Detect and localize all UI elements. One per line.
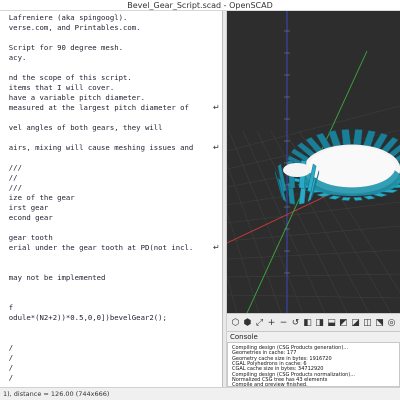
view-front-icon[interactable]: ◪ xyxy=(350,317,361,329)
grid-line xyxy=(227,225,400,242)
code-line: ize of the gear xyxy=(0,193,75,202)
grid-line xyxy=(227,211,260,313)
code-line: / xyxy=(0,373,14,382)
code-line: erial under the gear tooth at PD(not inc… xyxy=(0,243,194,252)
code-line: Script for 90 degree mesh. xyxy=(0,43,124,52)
code-line: may not be implemented xyxy=(0,273,106,282)
zoom-in-icon[interactable]: + xyxy=(266,317,277,329)
view-left-icon[interactable]: ◩ xyxy=(338,317,349,329)
large-gear-tooth xyxy=(352,196,363,201)
line-wrap-icon: ↵ xyxy=(213,243,220,252)
code-line: // xyxy=(0,173,18,182)
code-line: /// xyxy=(0,163,22,172)
code-line: / xyxy=(0,363,14,372)
code-line: Lafreniere (aka spingoogl). xyxy=(0,13,128,22)
zoom-all-icon[interactable]: ⤢ xyxy=(254,317,265,329)
large-gear-tooth xyxy=(341,196,352,201)
grid-line xyxy=(227,294,400,299)
large-gear-face xyxy=(308,146,396,188)
code-line: items that I will cover. xyxy=(0,83,115,92)
large-gear-tooth xyxy=(341,129,351,146)
view-top-icon[interactable]: ◨ xyxy=(314,317,325,329)
code-line: vel angles of both gears, they will xyxy=(0,123,163,132)
code-line: verse.com, and Printables.com. xyxy=(0,23,141,32)
preview-cube-icon[interactable]: ⬡ xyxy=(230,317,241,329)
code-line: acy. xyxy=(0,53,27,62)
code-line: f xyxy=(0,303,14,312)
view-back-icon[interactable]: ◫ xyxy=(362,317,373,329)
grid-line xyxy=(227,201,400,224)
3d-viewport[interactable] xyxy=(227,11,400,313)
view-right-icon[interactable]: ◧ xyxy=(302,317,313,329)
window-title: Bevel_Gear_Script.scad - OpenSCAD xyxy=(127,1,273,10)
line-wrap-icon: ↵ xyxy=(213,143,220,152)
console-output[interactable]: Compiling design (CSG Products generatio… xyxy=(227,342,400,387)
large-gear-tooth xyxy=(353,129,363,146)
gear-preview-canvas[interactable] xyxy=(227,11,400,313)
render-cube-icon[interactable]: ⬢ xyxy=(242,317,253,329)
code-line: measured at the largest pitch diameter o… xyxy=(0,103,189,112)
status-bar: 1), distance = 126.00 (744x666) xyxy=(0,387,400,400)
large-gear-tooth xyxy=(327,195,342,200)
code-line: gear tooth xyxy=(0,233,53,242)
code-line: / xyxy=(0,353,14,362)
reset-view-icon[interactable]: ↺ xyxy=(290,317,301,329)
status-text: 1), distance = 126.00 (744x666) xyxy=(3,390,110,398)
code-line: odule*(N2+2))*0.5,0,0])bevelGear2(); xyxy=(0,313,167,322)
console-header: Console xyxy=(227,332,400,342)
code-line: /// xyxy=(0,183,22,192)
code-line: have a variable pitch diameter. xyxy=(0,93,145,102)
code-line: / xyxy=(0,343,14,352)
view-diagonal-icon[interactable]: ⬔ xyxy=(374,317,385,329)
code-line: econd gear xyxy=(0,213,53,222)
code-line: irst gear xyxy=(0,203,49,212)
view-bottom-icon[interactable]: ⬓ xyxy=(326,317,337,329)
window-titlebar: Bevel_Gear_Script.scad - OpenSCAD xyxy=(0,0,400,11)
pinion-gear-top-face xyxy=(283,163,311,177)
large-gear-tooth xyxy=(362,195,377,200)
code-line: airs, mixing will cause meshing issues a… xyxy=(0,143,194,152)
view-center-icon[interactable]: ◎ xyxy=(386,317,397,329)
code-editor[interactable]: Lafreniere (aka spingoogl). verse.com, a… xyxy=(0,11,223,387)
line-wrap-icon: ↵ xyxy=(213,103,220,112)
large-gear-tooth xyxy=(363,130,376,147)
viewport-toolbar: ⬡ ⬢ ⤢ + − ↺ ◧ ◨ ⬓ ◩ ◪ ◫ ⬔ ◎ xyxy=(227,313,400,332)
console-title: Console xyxy=(230,333,258,341)
grid-line xyxy=(227,273,400,278)
code-line: nd the scope of this script. xyxy=(0,73,132,82)
large-gear-tooth xyxy=(328,130,341,147)
zoom-out-icon[interactable]: − xyxy=(278,317,289,329)
